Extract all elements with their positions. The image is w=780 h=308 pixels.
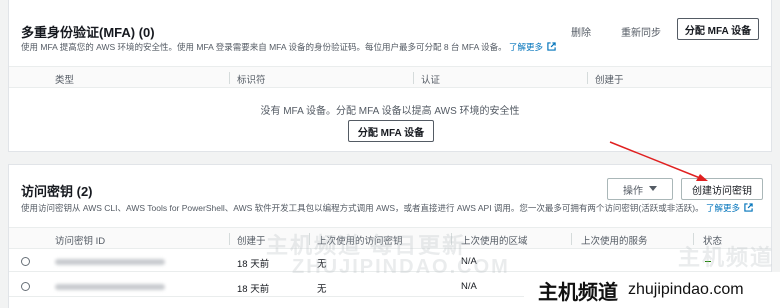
remove-button[interactable]: 删除 — [571, 24, 591, 39]
access-keys-description-text: 使用访问密钥从 AWS CLI、AWS Tools for PowerShell… — [21, 203, 704, 213]
create-access-key-button[interactable]: 创建访问密钥 — [681, 178, 763, 200]
column-header[interactable]: 认证 — [421, 72, 440, 86]
column-divider — [229, 233, 230, 245]
actions-dropdown[interactable]: 操作 — [607, 178, 673, 200]
mfa-title: 多重身份验证(MFA) (0) — [21, 25, 155, 40]
external-link-icon — [547, 42, 557, 51]
access-keys-learn-more-link[interactable]: 了解更多 — [706, 203, 740, 213]
mfa-empty-message: 没有 MFA 设备。分配 MFA 设备以提高 AWS 环境的安全性 — [260, 106, 520, 117]
masked-access-key-id — [55, 284, 165, 290]
row-select-radio[interactable] — [21, 257, 30, 266]
assign-mfa-button[interactable]: 分配 MFA 设备 — [677, 18, 759, 40]
column-header[interactable]: 创建于 — [595, 72, 624, 86]
brand-badge: 主机频道 zhujipindao.com — [524, 272, 780, 308]
column-divider — [571, 233, 572, 245]
brand-url: zhujipindao.com — [628, 281, 744, 298]
column-header[interactable]: 访问密钥 ID — [55, 233, 105, 247]
region-cell: N/A — [461, 281, 477, 292]
watermark-text: ZHUJIPINDAO.COM — [292, 256, 510, 278]
column-header[interactable]: 标识符 — [237, 72, 266, 86]
actions-label: 操作 — [623, 185, 643, 197]
column-header[interactable]: 类型 — [55, 72, 74, 86]
created-cell: 18 天前 — [237, 284, 270, 295]
watermark-text: 主机频道 每日更新 — [678, 245, 780, 270]
column-divider — [413, 72, 414, 84]
last-used-cell: 无 — [317, 284, 327, 295]
access-keys-description: 使用访问密钥从 AWS CLI、AWS Tools for PowerShell… — [21, 202, 754, 214]
caret-down-icon — [649, 186, 657, 191]
access-keys-title: 访问密钥 (2) — [21, 184, 93, 199]
assign-mfa-empty-button[interactable]: 分配 MFA 设备 — [348, 120, 434, 142]
column-header[interactable]: 上次使用的服务 — [581, 233, 648, 247]
masked-access-key-id — [55, 259, 165, 265]
mfa-description: 使用 MFA 提高您的 AWS 环境的安全性。使用 MFA 登录需要来自 MFA… — [21, 41, 557, 53]
created-cell: 18 天前 — [237, 259, 270, 270]
column-divider — [229, 72, 230, 84]
column-header[interactable]: 上次使用的区域 — [461, 233, 528, 247]
mfa-panel: 多重身份验证(MFA) (0) 删除 重新同步 分配 MFA 设备 使用 MFA… — [8, 0, 772, 152]
mfa-description-text: 使用 MFA 提高您的 AWS 环境的安全性。使用 MFA 登录需要来自 MFA… — [21, 42, 507, 52]
row-select-radio[interactable] — [21, 282, 30, 291]
external-link-icon — [744, 203, 754, 212]
mfa-table-header: 类型 标识符 认证 创建于 — [9, 66, 771, 88]
brand-name: 主机频道 — [538, 279, 618, 304]
mfa-learn-more-link[interactable]: 了解更多 — [509, 42, 543, 52]
column-header[interactable]: 创建于 — [237, 233, 266, 247]
column-divider — [587, 72, 588, 84]
resync-button[interactable]: 重新同步 — [621, 24, 661, 39]
